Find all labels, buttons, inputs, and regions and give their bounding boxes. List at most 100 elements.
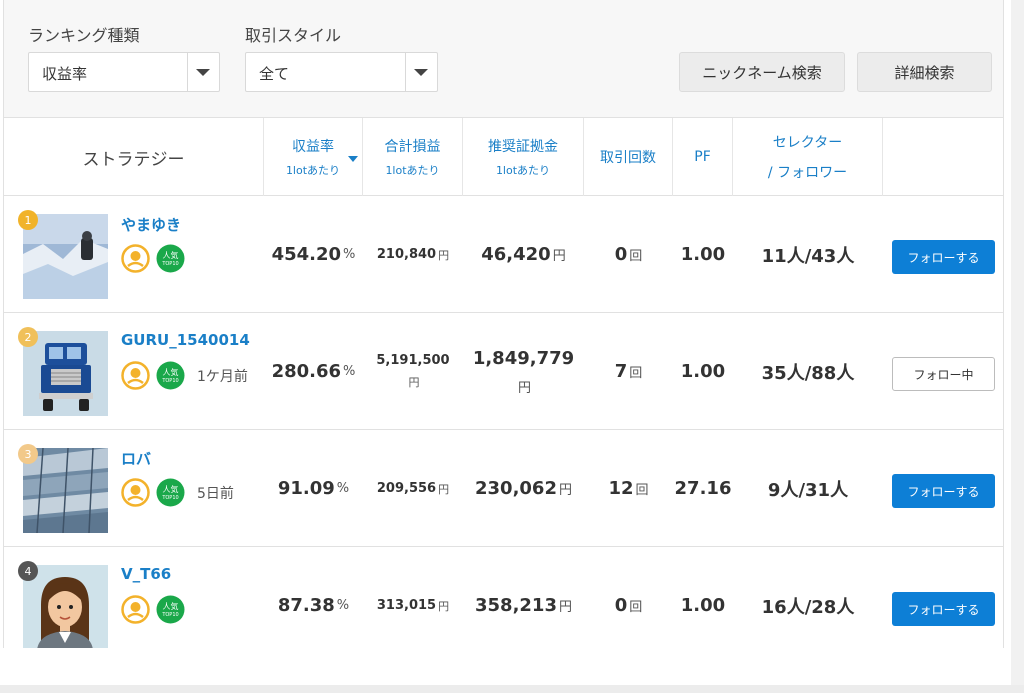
badge-group: 人気 TOP10 [121,244,191,273]
header-selectors[interactable]: セレクター / フォロワー [733,118,883,196]
medal-icon [121,244,150,273]
total-pl-cell: 5,191,500 円 [363,313,463,430]
avatar-woman-illustration [23,565,108,648]
last-trade-ago: 5日前 [197,485,234,502]
pf-cell: 1.00 [673,196,733,313]
top10-label: TOP10 [161,261,178,267]
avatar-building-image [23,448,108,533]
trades-value: 0 [614,244,628,265]
pf-value: 1.00 [680,244,726,265]
top10-label: TOP10 [161,378,178,384]
return-rate-value: 87.38 [277,595,335,616]
strategy-name-link[interactable]: GURU_1540014 [121,331,250,349]
total-pl-unit: 円 [408,376,420,389]
horizontal-scrollbar[interactable] [0,685,1024,693]
trades-value: 0 [614,595,628,616]
trades-unit: 回 [629,366,643,381]
selectors-value: 16人/28人 [761,596,855,618]
detail-search-button[interactable]: 詳細検索 [857,52,992,92]
avatar[interactable] [23,448,108,533]
header-total-pl[interactable]: 合計損益 1lotあたり [363,118,463,196]
header-pf[interactable]: PF [673,118,733,196]
header-total-pl-label: 合計損益 [384,139,441,155]
table-row: 1 やまゆき 人気 TOP10 454.20 % 210,840 円 46,42… [4,196,1003,313]
strategy-name-link[interactable]: やまゆき [121,214,181,235]
header-margin[interactable]: 推奨証拠金 1lotあたり [463,118,584,196]
trades-unit: 回 [629,249,643,264]
header-return-rate[interactable]: 収益率 1lotあたり [264,118,363,196]
trades-unit: 回 [629,600,643,615]
select-divider [187,53,188,91]
popular-label: 人気 [163,250,179,260]
total-pl-cell: 209,556 円 [363,430,463,547]
popular-label: 人気 [163,601,179,611]
return-rate-unit: % [336,598,350,613]
follow-button[interactable]: フォローする [892,240,995,274]
header-total-pl-sub: 1lotあたり [385,164,440,177]
total-pl-unit: 円 [438,248,450,262]
strategy-name-link[interactable]: ロバ [121,448,151,469]
trades-cell: 0回 [584,547,673,648]
margin-value: 358,213 [475,595,557,616]
margin-unit: 円 [552,249,566,264]
filter-bar: ランキング種類 収益率 取引スタイル 全て ニックネーム検索 詳細検索 [4,0,1003,118]
return-rate-cell: 280.66% [264,313,363,430]
return-rate-value: 454.20 [271,244,342,265]
trade-style-label: 取引スタイル [245,26,342,45]
following-button[interactable]: フォロー中 [892,357,995,391]
selectors-cell: 35人/88人 [733,313,883,430]
strategy-name-link[interactable]: V_T66 [121,565,171,583]
pf-cell: 1.00 [673,313,733,430]
return-rate-value: 280.66 [271,361,342,382]
chevron-down-icon [414,69,428,76]
rank-badge: 3 [18,444,38,464]
follow-button[interactable]: フォローする [892,592,995,626]
pf-value: 27.16 [674,478,732,499]
selectors-value: 35人/88人 [761,362,855,384]
trades-cell: 0回 [584,196,673,313]
avatar[interactable] [23,214,108,299]
rank-badge: 1 [18,210,38,230]
popular-label: 人気 [163,484,179,494]
nickname-search-button[interactable]: ニックネーム検索 [679,52,845,92]
total-pl-value: 313,015 [376,598,437,613]
header-pf-label: PF [694,149,711,165]
avatar[interactable] [23,565,108,648]
table-row: 3 ロバ 人気 TOP10 5日前 91.09 % 209,556 円 230,… [4,430,1003,547]
margin-cell: 46,420 円 [463,196,584,313]
header-return-rate-label: 収益率 [292,139,334,155]
trades-cell: 7回 [584,313,673,430]
header-trades-label: 取引回数 [600,150,656,166]
ranking-panel: ランキング種類 収益率 取引スタイル 全て ニックネーム検索 詳細検索 ストラテ… [3,0,1004,648]
margin-unit: 円 [517,380,531,396]
avatar[interactable] [23,331,108,416]
header-followers-label: / フォロワー [767,165,848,181]
margin-unit: 円 [558,600,572,615]
margin-cell: 230,062 円 [463,430,584,547]
ranking-type-select[interactable]: 収益率 [28,52,220,92]
return-rate-cell: 87.38% [264,547,363,648]
selectors-value: 9人/31人 [767,479,849,501]
header-selectors-label: セレクター [772,135,843,151]
header-return-rate-sub: 1lotあたり [285,164,341,177]
top10-label: TOP10 [161,495,178,501]
header-strategy: ストラテジー [4,118,264,196]
medal-icon [121,478,150,507]
margin-value: 46,420 [481,244,551,265]
pf-value: 1.00 [680,595,726,616]
badge-group: 人気 TOP10 1ケ月前 [121,361,248,390]
avatar-truck-image [23,331,108,416]
selectors-cell: 16人/28人 [733,547,883,648]
top10-label: TOP10 [161,612,178,618]
total-pl-unit: 円 [438,599,450,613]
margin-cell: 358,213 円 [463,547,584,648]
total-pl-unit: 円 [438,482,450,496]
total-pl-cell: 313,015 円 [363,547,463,648]
return-rate-unit: % [343,364,356,379]
pf-value: 1.00 [680,361,726,382]
return-rate-cell: 91.09% [264,430,363,547]
header-trades[interactable]: 取引回数 [584,118,673,196]
vertical-scrollbar[interactable] [1011,0,1024,693]
follow-button[interactable]: フォローする [892,474,995,508]
trade-style-select[interactable]: 全て [245,52,438,92]
